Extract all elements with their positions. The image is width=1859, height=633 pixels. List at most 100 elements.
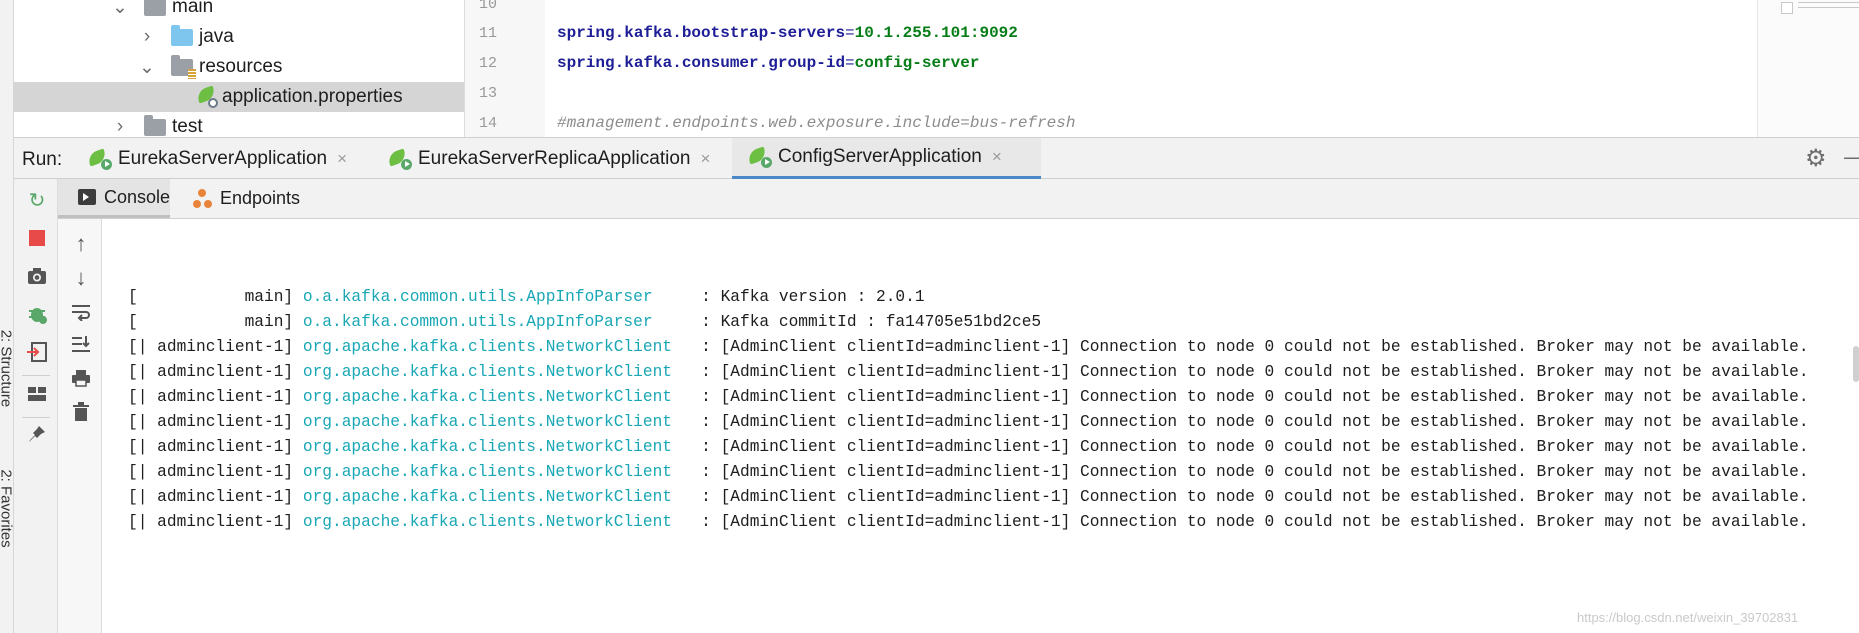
run-actions-toolbar: ↻: [14, 179, 58, 633]
log-line: [| adminclient-1] org.apache.kafka.clien…: [128, 488, 1809, 506]
run-tab-eureka-server[interactable]: EurekaServerApplication ×: [86, 138, 347, 179]
soft-wrap-icon[interactable]: [68, 299, 94, 325]
log-logger[interactable]: org.apache.kafka.clients.NetworkClient: [303, 388, 672, 406]
log-logger[interactable]: o.a.kafka.common.utils.AppInfoParser: [303, 313, 653, 331]
console-toolbar: ↑ ↓: [58, 219, 102, 633]
inspection-widget-icon[interactable]: [1781, 2, 1793, 14]
log-thread: [ main]: [128, 313, 294, 331]
line-number: 10: [478, 0, 497, 13]
tab-endpoints[interactable]: Endpoints: [192, 179, 300, 218]
tree-item-test[interactable]: › test: [14, 112, 464, 137]
gear-icon[interactable]: ⚙: [1805, 144, 1827, 173]
watermark: https://blog.csdn.net/weixin_39702831: [1577, 610, 1799, 625]
console-output[interactable]: [ main] o.a.kafka.common.utils.AppInfoPa…: [102, 219, 1859, 633]
log-line: [| adminclient-1] org.apache.kafka.clien…: [128, 388, 1809, 406]
line-number: 12: [478, 55, 497, 72]
chevron-right-icon[interactable]: ›: [137, 26, 157, 47]
log-logger[interactable]: org.apache.kafka.clients.NetworkClient: [303, 463, 672, 481]
spring-boot-run-icon: [746, 146, 772, 168]
arrow-up-icon[interactable]: ↑: [68, 231, 94, 257]
line-number: 13: [478, 85, 497, 102]
stop-icon[interactable]: [24, 225, 50, 251]
tree-item-label: application.properties: [222, 86, 403, 107]
log-logger[interactable]: org.apache.kafka.clients.NetworkClient: [303, 363, 672, 381]
trash-icon[interactable]: [68, 399, 94, 425]
run-tab-eureka-server-replica[interactable]: EurekaServerReplicaApplication ×: [386, 138, 710, 179]
code-line[interactable]: spring.kafka.bootstrap-servers=10.1.255.…: [557, 24, 1018, 42]
run-tab-config-server[interactable]: ConfigServerApplication ×: [732, 138, 1041, 179]
tree-item-resources[interactable]: ⌄ resources: [14, 52, 464, 82]
log-thread: [| adminclient-1]: [128, 438, 294, 456]
log-message: : [AdminClient clientId=adminclient-1] C…: [672, 463, 1809, 481]
print-icon[interactable]: [68, 365, 94, 391]
log-logger[interactable]: o.a.kafka.common.utils.AppInfoParser: [303, 288, 653, 306]
log-logger[interactable]: org.apache.kafka.clients.NetworkClient: [303, 488, 672, 506]
log-logger[interactable]: org.apache.kafka.clients.NetworkClient: [303, 413, 672, 431]
log-line: [| adminclient-1] org.apache.kafka.clien…: [128, 413, 1809, 431]
property-key: spring.kafka.bootstrap-servers: [557, 24, 846, 42]
line-number: 11: [478, 25, 497, 42]
login-icon[interactable]: [24, 339, 50, 365]
scrollbar-thumb[interactable]: [1853, 346, 1859, 382]
code-editor[interactable]: 10 11 12 13 14 spring.kafka.bootstrap-se…: [465, 0, 1859, 137]
log-logger[interactable]: org.apache.kafka.clients.NetworkClient: [303, 338, 672, 356]
log-message: : [AdminClient clientId=adminclient-1] C…: [672, 363, 1809, 381]
folder-icon: [144, 0, 166, 16]
layout-icon[interactable]: [24, 381, 50, 407]
rerun-icon[interactable]: ↻: [24, 187, 50, 213]
log-thread: [| adminclient-1]: [128, 388, 294, 406]
tree-item-application-properties[interactable]: application.properties: [14, 82, 464, 112]
log-message: : [AdminClient clientId=adminclient-1] C…: [672, 338, 1809, 356]
log-line: [ main] o.a.kafka.common.utils.AppInfoPa…: [128, 288, 925, 306]
run-label: Run:: [22, 149, 63, 170]
log-message: : Kafka commitId : fa14705e51bd2ce5: [652, 313, 1042, 331]
arrow-down-icon[interactable]: ↓: [68, 265, 94, 291]
property-value: 10.1.255.101:9092: [854, 24, 1018, 42]
tab-console[interactable]: Console: [58, 179, 170, 218]
close-icon[interactable]: ×: [337, 149, 347, 169]
spring-boot-run-icon: [386, 148, 412, 170]
folder-icon: [144, 114, 166, 136]
minimize-icon[interactable]: —: [1844, 144, 1859, 170]
property-value: config-server: [854, 54, 980, 72]
log-line: [ main] o.a.kafka.common.utils.AppInfoPa…: [128, 313, 1041, 331]
console-tab-bar: Console Endpoints: [58, 179, 1859, 219]
tree-item-java[interactable]: › java: [14, 22, 464, 52]
tree-item-label: main: [172, 0, 214, 17]
chevron-down-icon[interactable]: ⌄: [137, 57, 157, 78]
code-line[interactable]: spring.kafka.consumer.group-id=config-se…: [557, 54, 979, 72]
log-message: : [AdminClient clientId=adminclient-1] C…: [672, 388, 1809, 406]
run-tab-label: EurekaServerReplicaApplication: [418, 147, 691, 169]
project-tree: ⌄ main › java ⌄ resources application.pr…: [14, 0, 465, 137]
resources-folder-icon: [171, 54, 196, 79]
log-line: [| adminclient-1] org.apache.kafka.clien…: [128, 513, 1809, 531]
editor-right-strip: [1757, 0, 1859, 137]
log-thread: [| adminclient-1]: [128, 513, 294, 531]
structure-tool-tab[interactable]: 2: Structure: [0, 319, 15, 419]
source-folder-icon: [171, 24, 193, 46]
scroll-to-end-icon[interactable]: [68, 331, 94, 357]
close-icon[interactable]: ×: [992, 147, 1002, 167]
log-thread: [| adminclient-1]: [128, 363, 294, 381]
tree-item-main[interactable]: ⌄ main: [14, 0, 464, 22]
debug-icon[interactable]: [24, 301, 50, 327]
log-message: : Kafka version : 2.0.1: [652, 288, 925, 306]
log-logger[interactable]: org.apache.kafka.clients.NetworkClient: [303, 513, 672, 531]
log-message: : [AdminClient clientId=adminclient-1] C…: [672, 488, 1809, 506]
line-number: 14: [478, 115, 497, 132]
pin-icon[interactable]: [24, 421, 50, 447]
spring-boot-run-icon: [86, 148, 112, 170]
camera-icon[interactable]: [24, 263, 50, 289]
log-thread: [ main]: [128, 288, 294, 306]
chevron-right-icon[interactable]: ›: [110, 116, 130, 137]
code-line[interactable]: #management.endpoints.web.exposure.inclu…: [557, 114, 1075, 132]
log-message: : [AdminClient clientId=adminclient-1] C…: [672, 438, 1809, 456]
log-logger[interactable]: org.apache.kafka.clients.NetworkClient: [303, 438, 672, 456]
tab-label: Endpoints: [220, 188, 301, 208]
chevron-down-icon[interactable]: ⌄: [110, 0, 130, 18]
favorites-tool-tab[interactable]: 2: Favorites: [0, 459, 15, 559]
close-icon[interactable]: ×: [700, 149, 710, 169]
tree-item-label: test: [172, 116, 203, 137]
run-tab-label: ConfigServerApplication: [778, 146, 982, 167]
tree-item-label: resources: [199, 56, 283, 77]
